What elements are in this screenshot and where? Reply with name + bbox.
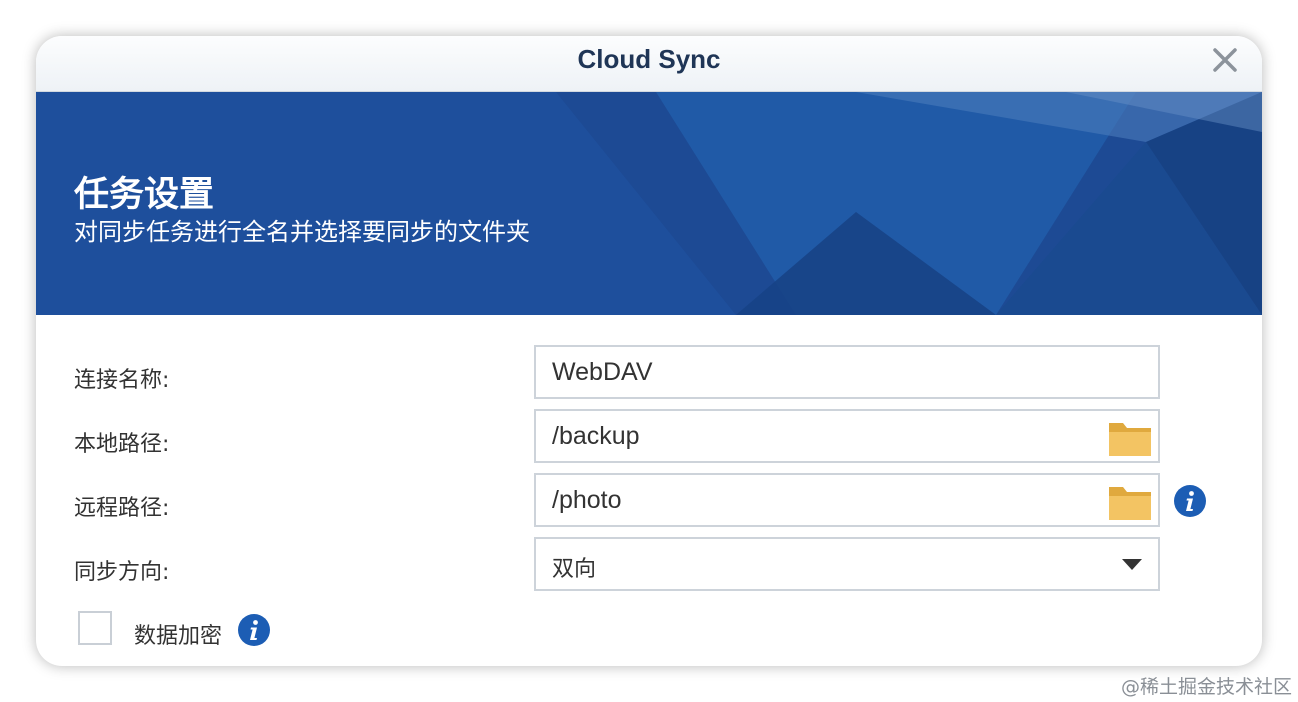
encryption-label: 数据加密 (134, 624, 223, 649)
info-icon[interactable] (238, 614, 270, 646)
cloud-sync-dialog: Cloud Sync 任务设置 对同步任务进行全名并选择要同步的文件夹 连接名称… (36, 36, 1262, 666)
banner-subtitle: 对同步任务进行全名并选择要同步的文件夹 (74, 218, 530, 246)
chevron-down-icon (1122, 559, 1142, 570)
sync-direction-label: 同步方向: (74, 560, 170, 585)
window-title: Cloud Sync (577, 44, 721, 74)
watermark: @稀土掘金技术社区 (1120, 676, 1292, 698)
local-path-label: 本地路径: (74, 432, 170, 457)
connection-name-input[interactable] (536, 347, 1112, 397)
sync-direction-value: 双向 (552, 557, 597, 582)
folder-icon[interactable] (1108, 419, 1152, 457)
title-bar: Cloud Sync (36, 36, 1262, 92)
info-icon[interactable] (1174, 485, 1206, 517)
remote-path-input[interactable] (536, 475, 1112, 525)
local-path-field[interactable] (534, 409, 1160, 463)
remote-path-label: 远程路径: (74, 496, 170, 521)
connection-name-label: 连接名称: (74, 368, 170, 393)
remote-path-field[interactable] (534, 473, 1160, 527)
banner-background (36, 92, 1262, 315)
local-path-input[interactable] (536, 411, 1112, 461)
close-icon[interactable] (1210, 45, 1240, 75)
sync-direction-select[interactable]: 双向 (534, 537, 1160, 591)
header-banner: 任务设置 对同步任务进行全名并选择要同步的文件夹 (36, 92, 1262, 315)
banner-title: 任务设置 (74, 175, 215, 215)
encryption-checkbox[interactable] (78, 611, 112, 645)
connection-name-field[interactable] (534, 345, 1160, 399)
folder-icon[interactable] (1108, 483, 1152, 521)
